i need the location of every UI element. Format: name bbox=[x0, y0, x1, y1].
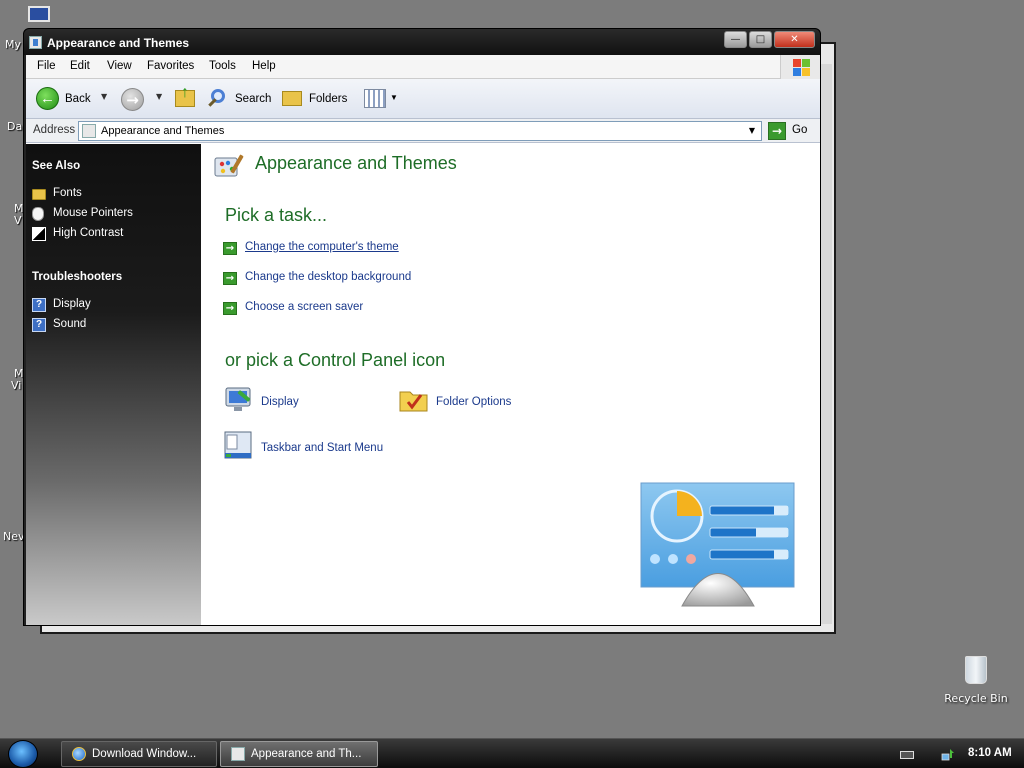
computer-icon bbox=[28, 6, 50, 22]
taskbar-button-appearance[interactable]: Appearance and Th... bbox=[220, 741, 378, 767]
cp-icon-label: Display bbox=[261, 396, 299, 408]
desktop-label-partial: Nev bbox=[3, 530, 25, 543]
sidebar-item-label: Fonts bbox=[53, 187, 82, 199]
control-panel-icon bbox=[82, 124, 96, 138]
task-label: Choose a screen saver bbox=[245, 301, 364, 313]
recycle-bin-icon bbox=[965, 656, 987, 684]
forward-dropdown-chevron-icon[interactable]: ▼ bbox=[156, 92, 162, 101]
taskbar: Download Window... Appearance and Th... … bbox=[0, 738, 1024, 768]
desktop-label-partial: V bbox=[14, 214, 22, 227]
close-button[interactable]: ✕ bbox=[774, 31, 815, 48]
control-panel-icon bbox=[231, 747, 245, 761]
window-client: File Edit View Favorites Tools Help ← Ba… bbox=[26, 55, 820, 625]
menu-file[interactable]: File bbox=[37, 60, 56, 72]
help-icon: ? bbox=[32, 298, 46, 312]
display-icon bbox=[225, 387, 251, 411]
contrast-icon bbox=[32, 227, 46, 241]
address-dropdown-chevron-icon[interactable]: ▼ bbox=[745, 123, 759, 139]
arrow-right-icon: → bbox=[223, 302, 237, 315]
taskbar-button-download[interactable]: Download Window... bbox=[61, 741, 217, 767]
go-label: Go bbox=[792, 124, 808, 136]
sidebar-item-label: Display bbox=[53, 298, 91, 310]
desktop-icon-my-computer[interactable] bbox=[24, 2, 54, 28]
address-label: Address bbox=[33, 124, 76, 136]
mouse-icon bbox=[32, 207, 44, 221]
sidebar-item-label: Mouse Pointers bbox=[53, 207, 133, 219]
desktop-label-partial: Vi bbox=[11, 379, 22, 392]
troubleshooters-heading: Troubleshooters bbox=[32, 271, 123, 283]
desktop-label-partial: My bbox=[5, 38, 22, 51]
cp-icon-label: Folder Options bbox=[436, 396, 512, 408]
help-icon: ? bbox=[32, 318, 46, 332]
sidebar-item-label: Sound bbox=[53, 318, 87, 330]
cp-icon-folder-options[interactable]: Folder Options bbox=[398, 384, 528, 418]
main-content: Appearance and Themes Pick a task... → C… bbox=[201, 144, 820, 625]
task-pane-sidebar: See Also Fonts Mouse Pointers High Contr… bbox=[26, 144, 201, 625]
back-label: Back bbox=[65, 93, 91, 105]
desktop-icon-recycle-bin[interactable]: Recycle Bin bbox=[940, 656, 1012, 705]
folder-options-icon bbox=[399, 391, 428, 412]
page-title: Appearance and Themes bbox=[255, 153, 457, 173]
views-button[interactable]: ▼ bbox=[364, 87, 400, 111]
windows-logo-icon bbox=[780, 55, 820, 79]
taskbar-button-label: Appearance and Th... bbox=[251, 748, 362, 760]
clock[interactable]: 8:10 AM bbox=[968, 747, 1012, 759]
control-panel-icon bbox=[29, 36, 42, 49]
back-arrow-icon: ← bbox=[36, 87, 59, 110]
title-bar[interactable]: Appearance and Themes — □ ✕ bbox=[24, 29, 820, 55]
recycle-bin-label: Recycle Bin bbox=[944, 692, 1008, 705]
views-icon bbox=[364, 89, 386, 108]
arrow-right-icon: → bbox=[223, 272, 237, 285]
pick-icon-heading: or pick a Control Panel icon bbox=[225, 350, 446, 370]
explorer-window: Appearance and Themes — □ ✕ File Edit Vi… bbox=[23, 28, 821, 626]
minimize-button[interactable]: — bbox=[724, 31, 747, 48]
folder-icon bbox=[282, 91, 302, 106]
address-value: Appearance and Themes bbox=[101, 125, 225, 137]
pick-task-heading: Pick a task... bbox=[225, 205, 328, 225]
menu-favorites[interactable]: Favorites bbox=[147, 60, 194, 72]
forward-button[interactable]: → bbox=[121, 88, 144, 111]
see-also-heading: See Also bbox=[32, 160, 81, 172]
address-bar: Address Appearance and Themes ▼ → Go bbox=[26, 119, 820, 143]
search-button[interactable]: Search bbox=[208, 87, 278, 111]
task-label: Change the computer's theme bbox=[245, 241, 399, 253]
folder-icon bbox=[32, 189, 46, 200]
internet-explorer-icon bbox=[72, 747, 86, 761]
keyboard-icon[interactable] bbox=[900, 751, 914, 759]
menu-view[interactable]: View bbox=[107, 60, 132, 72]
views-dropdown-chevron-icon: ▼ bbox=[390, 93, 398, 102]
cp-icon-label: Taskbar and Start Menu bbox=[261, 442, 384, 454]
task-label: Change the desktop background bbox=[245, 271, 412, 283]
cp-icon-display[interactable]: Display bbox=[223, 384, 343, 418]
arrow-right-icon: → bbox=[223, 242, 237, 255]
taskbar-icon bbox=[224, 431, 252, 459]
sidebar-item-label: High Contrast bbox=[53, 227, 124, 239]
folders-button[interactable]: Folders bbox=[282, 87, 352, 111]
address-field[interactable]: Appearance and Themes ▼ bbox=[78, 121, 762, 141]
menu-edit[interactable]: Edit bbox=[70, 60, 90, 72]
go-arrow-icon: → bbox=[768, 122, 786, 140]
go-button[interactable]: → Go bbox=[768, 121, 814, 141]
back-dropdown-chevron-icon[interactable]: ▼ bbox=[101, 92, 107, 101]
start-button[interactable] bbox=[8, 740, 38, 768]
folders-label: Folders bbox=[309, 93, 348, 105]
toolbar: ← Back ▼ → ▼ ↑ Search Folders ▼ bbox=[26, 79, 820, 119]
menu-tools[interactable]: Tools bbox=[209, 60, 236, 72]
network-icon[interactable] bbox=[941, 747, 955, 761]
up-folder-button[interactable]: ↑ bbox=[173, 84, 197, 111]
control-panel-illustration bbox=[640, 482, 795, 607]
maximize-button[interactable]: □ bbox=[749, 31, 772, 48]
search-label: Search bbox=[235, 93, 272, 105]
taskbar-button-label: Download Window... bbox=[92, 748, 197, 760]
menu-help[interactable]: Help bbox=[252, 60, 276, 72]
cp-icon-taskbar-start-menu[interactable]: Taskbar and Start Menu bbox=[223, 430, 403, 464]
desktop-label-partial: Da bbox=[7, 120, 23, 133]
up-arrow-icon: ↑ bbox=[181, 84, 189, 101]
menu-bar: File Edit View Favorites Tools Help bbox=[26, 55, 820, 79]
appearance-themes-icon bbox=[214, 154, 244, 177]
back-button[interactable]: ← Back bbox=[36, 87, 126, 111]
window-title: Appearance and Themes bbox=[47, 36, 190, 50]
